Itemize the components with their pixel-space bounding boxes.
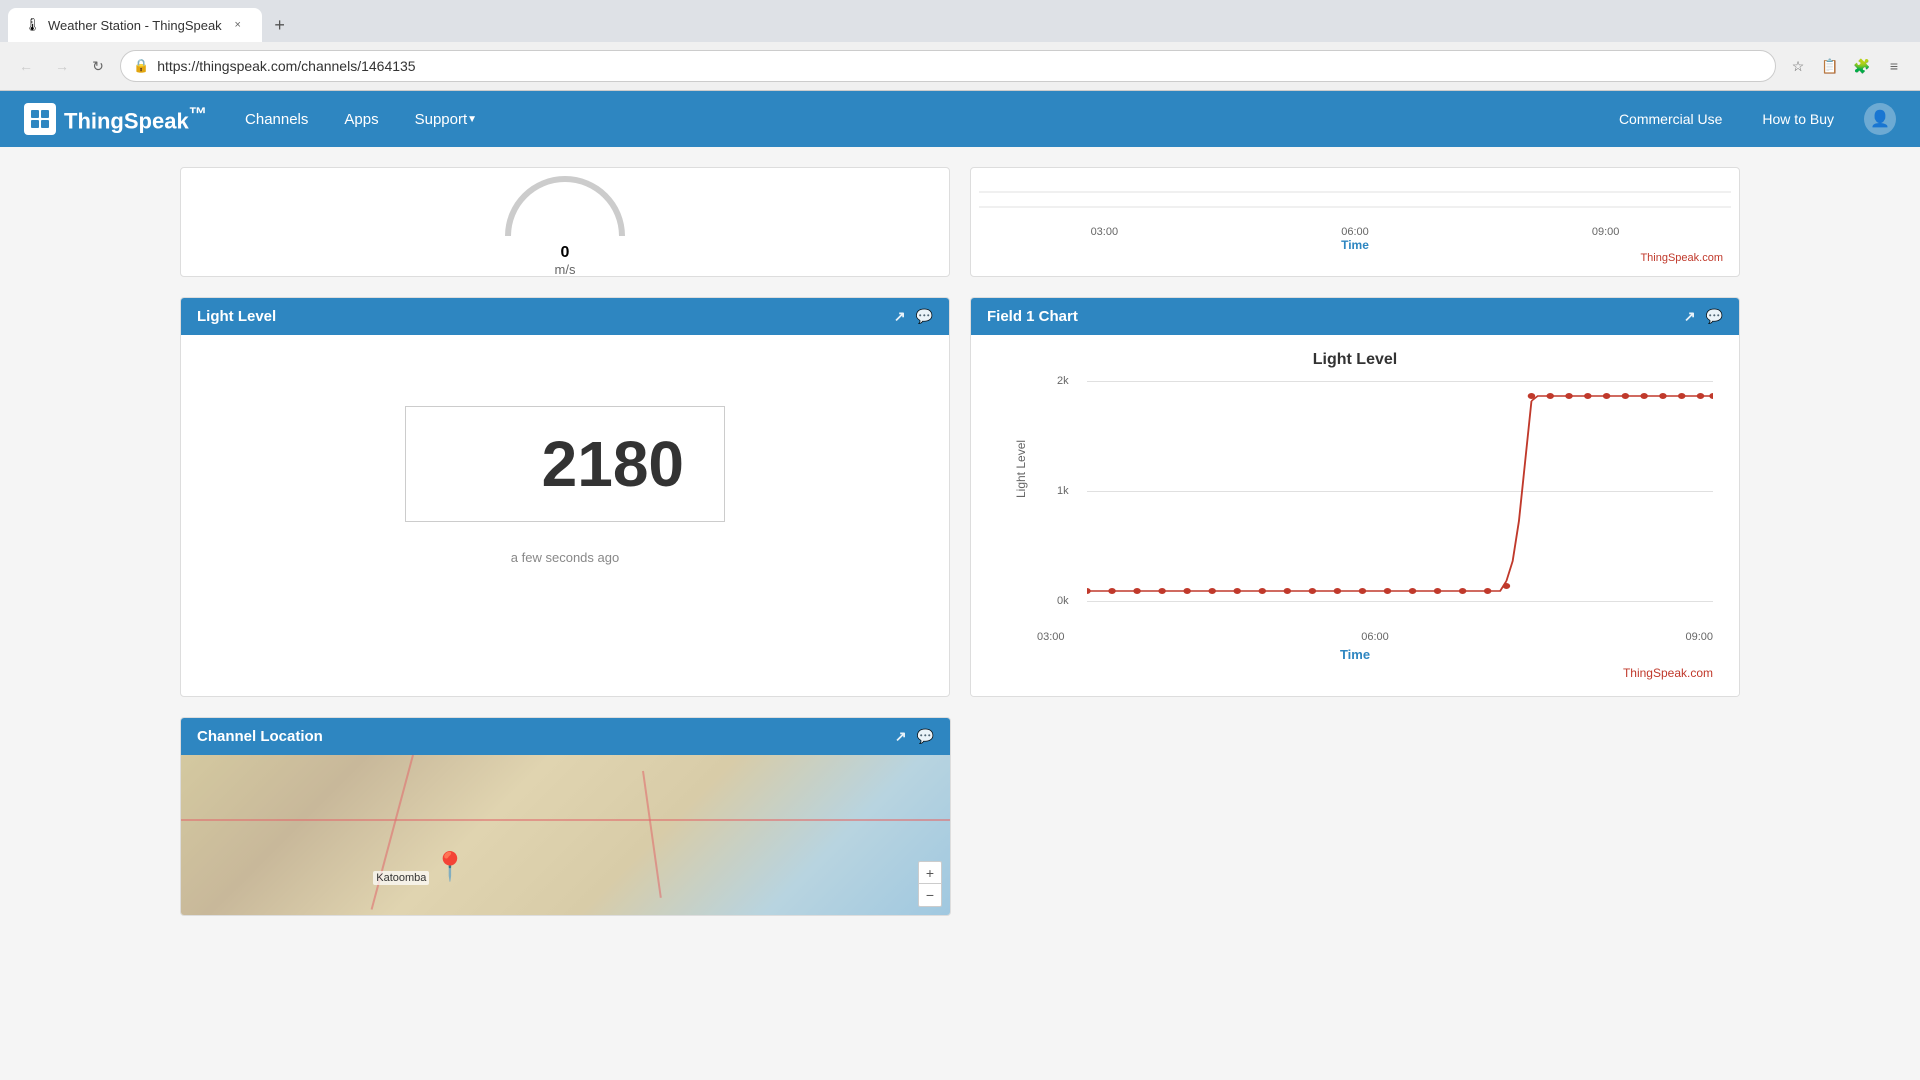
external-link-icon[interactable]: ↗	[894, 308, 906, 325]
tab-bar: 🌡 Weather Station - ThingSpeak × +	[0, 0, 1920, 42]
user-account-icon[interactable]: 👤	[1864, 103, 1896, 135]
field1-header: Field 1 Chart ↗ 💬	[971, 298, 1739, 335]
top-cards-row: 0 m/s 03:00 06:00 09:00	[180, 167, 1740, 277]
main-cards-row: Light Level ↗ 💬 2180 a few seconds ago F…	[180, 297, 1740, 697]
tab-close-button[interactable]: ×	[230, 17, 246, 33]
light-level-card: Light Level ↗ 💬 2180 a few seconds ago	[180, 297, 950, 697]
active-tab[interactable]: 🌡 Weather Station - ThingSpeak ×	[8, 8, 262, 42]
nav-support[interactable]: Support ▼	[397, 91, 495, 147]
firefox-account-button[interactable]: 📋	[1816, 52, 1844, 80]
back-button[interactable]: ←	[12, 52, 40, 80]
url-bar[interactable]: 🔒 https://thingspeak.com/channels/146413…	[120, 50, 1776, 82]
light-level-value: 2180	[542, 428, 684, 500]
chart-title: Light Level	[987, 351, 1723, 369]
thingspeak-navbar: ThingSpeak™ Channels Apps Support ▼ Comm…	[0, 91, 1920, 147]
nav-channels[interactable]: Channels	[227, 91, 326, 147]
light-level-body: 2180 a few seconds ago	[181, 335, 949, 615]
map-place-label: Katoomba	[373, 871, 429, 885]
browser-actions: ☆ 📋 🧩 ≡	[1784, 52, 1908, 80]
bottom-cards-row: Channel Location ↗ 💬 Katoomba 📍	[180, 717, 1740, 916]
map-container: Katoomba 📍 + −	[181, 755, 950, 915]
light-level-timestamp: a few seconds ago	[197, 550, 933, 565]
chart-area: 2k 1k 0k	[1087, 381, 1713, 601]
partial-ts-link[interactable]: ThingSpeak.com	[979, 252, 1723, 264]
map-road-2	[181, 819, 950, 821]
gauge-arc	[505, 176, 625, 236]
wind-speed-card-partial: 0 m/s	[180, 167, 950, 277]
chart-wrapper: Light Level 2k 1k 0k	[1037, 381, 1723, 601]
zoom-in-button[interactable]: +	[919, 862, 941, 884]
tab-favicon: 🌡	[24, 17, 40, 33]
bookmark-button[interactable]: ☆	[1784, 52, 1812, 80]
gauge-value: 0	[561, 244, 570, 262]
field1-title: Field 1 Chart	[987, 308, 1078, 325]
x-tick-06: 06:00	[1361, 631, 1389, 643]
browser-menu-button[interactable]: ≡	[1880, 52, 1908, 80]
chart-svg	[1087, 381, 1713, 601]
partial-time-label: Time	[979, 238, 1731, 252]
nav-right-section: Commercial Use How to Buy 👤	[1601, 91, 1896, 147]
map-terrain: Katoomba 📍	[181, 755, 950, 915]
new-tab-button[interactable]: +	[266, 11, 294, 39]
map-pin: 📍	[433, 850, 468, 883]
zoom-out-button[interactable]: −	[919, 884, 941, 906]
empty-right	[971, 717, 1740, 916]
channel-location-header: Channel Location ↗ 💬	[181, 718, 950, 755]
x-tick-09: 09:00	[1685, 631, 1713, 643]
location-external-icon[interactable]: ↗	[895, 728, 907, 745]
browser-chrome: 🌡 Weather Station - ThingSpeak × + ← → ↻…	[0, 0, 1920, 91]
x-tick-03: 03:00	[1037, 631, 1065, 643]
url-text: https://thingspeak.com/channels/1464135	[157, 58, 415, 74]
channel-location-title: Channel Location	[197, 728, 323, 745]
logo-icon	[24, 103, 56, 135]
field1-chart-container: Light Level Light Level 2k 1k 0k	[971, 335, 1739, 696]
location-comment-icon[interactable]: 💬	[917, 728, 934, 745]
light-level-header: Light Level ↗ 💬	[181, 298, 949, 335]
field1-external-icon[interactable]: ↗	[1684, 308, 1696, 325]
x-tick-1: 03:00	[1091, 226, 1119, 238]
partial-chart-times: 03:00 06:00 09:00	[979, 226, 1731, 238]
tab-title: Weather Station - ThingSpeak	[48, 18, 222, 33]
map-zoom-controls: + −	[918, 861, 942, 907]
thingspeak-logo[interactable]: ThingSpeak™	[24, 103, 207, 135]
x-tick-2: 06:00	[1341, 226, 1369, 238]
grid-line-bottom	[1087, 601, 1713, 602]
light-level-value-display: 2180	[405, 406, 725, 522]
light-level-actions: ↗ 💬	[894, 308, 933, 325]
x-tick-3: 09:00	[1592, 226, 1620, 238]
logo-text: ThingSpeak™	[64, 103, 207, 134]
channel-location-actions: ↗ 💬	[895, 728, 934, 745]
channel-location-card: Channel Location ↗ 💬 Katoomba 📍	[180, 717, 951, 916]
nav-apps[interactable]: Apps	[326, 91, 396, 147]
address-bar: ← → ↻ 🔒 https://thingspeak.com/channels/…	[0, 42, 1920, 90]
chart-dots-low	[1087, 583, 1510, 594]
forward-button[interactable]: →	[48, 52, 76, 80]
gauge-body-partial: 0 m/s	[181, 168, 949, 277]
top-chart-body: 03:00 06:00 09:00 Time ThingSpeak.com	[971, 168, 1739, 276]
map-road-1	[370, 755, 413, 910]
page-content: 0 m/s 03:00 06:00 09:00	[0, 147, 1920, 956]
map-road-3	[642, 771, 662, 898]
y-tick-0k: 0k	[1057, 595, 1069, 607]
top-right-chart-partial: 03:00 06:00 09:00 Time ThingSpeak.com	[970, 167, 1740, 277]
nav-commercial-use[interactable]: Commercial Use	[1601, 91, 1740, 147]
light-level-title: Light Level	[197, 308, 276, 325]
chart-x-label: Time	[987, 647, 1723, 662]
refresh-button[interactable]: ↻	[84, 52, 112, 80]
chart-ts-link[interactable]: ThingSpeak.com	[987, 666, 1713, 680]
field1-actions: ↗ 💬	[1684, 308, 1723, 325]
partial-chart-svg	[979, 172, 1731, 222]
nav-how-to-buy[interactable]: How to Buy	[1744, 91, 1852, 147]
y-tick-1k: 1k	[1057, 485, 1069, 497]
extensions-button[interactable]: 🧩	[1848, 52, 1876, 80]
security-icon: 🔒	[133, 58, 149, 74]
comment-icon[interactable]: 💬	[916, 308, 933, 325]
y-axis-label: Light Level	[1014, 440, 1028, 498]
field1-chart-card: Field 1 Chart ↗ 💬 Light Level Light Leve…	[970, 297, 1740, 697]
y-tick-2k: 2k	[1057, 375, 1069, 387]
field1-comment-icon[interactable]: 💬	[1706, 308, 1723, 325]
logo-tm: ™	[189, 103, 207, 124]
gauge-unit: m/s	[555, 262, 576, 277]
chart-x-ticks: 03:00 06:00 09:00	[1037, 631, 1713, 643]
